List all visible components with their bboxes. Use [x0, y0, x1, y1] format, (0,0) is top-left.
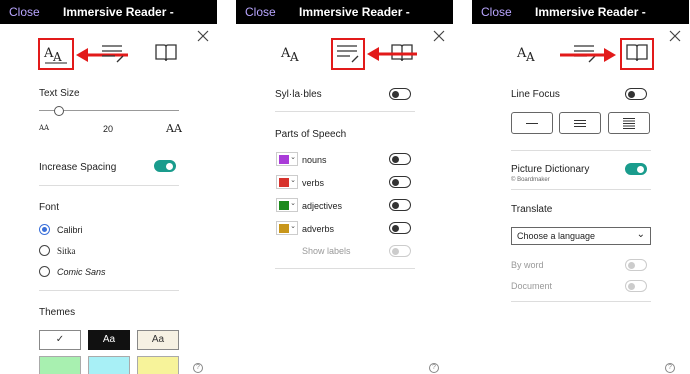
grammar-options-icon[interactable]	[100, 40, 126, 66]
language-select-value: Choose a language	[517, 231, 596, 241]
app-header: Close Immersive Reader -	[472, 0, 689, 24]
text-size-min-label: AA	[39, 124, 50, 132]
adjectives-color-picker[interactable]: ⌄	[276, 198, 298, 212]
translate-label: Translate	[511, 204, 553, 215]
divider	[511, 150, 651, 151]
text-size-max-label: AA	[166, 122, 182, 135]
line-focus-one-line-button[interactable]	[511, 112, 553, 134]
show-labels-label: Show labels	[302, 246, 351, 256]
line-focus-label: Line Focus	[511, 89, 560, 100]
font-option-calibri: Calibri	[57, 225, 83, 235]
syllables-label: Syl·la·bles	[275, 89, 322, 100]
app-header: Close Immersive Reader -	[0, 0, 217, 24]
close-link[interactable]: Close	[245, 5, 276, 19]
increase-spacing-toggle[interactable]	[154, 160, 176, 172]
adverbs-label: adverbs	[302, 224, 335, 234]
verbs-color-swatch	[279, 178, 289, 187]
font-radio-comic-sans[interactable]	[39, 266, 50, 277]
by-word-label: By word	[511, 260, 544, 270]
svg-text:A: A	[289, 50, 299, 64]
theme-black[interactable]: Aa	[88, 330, 130, 350]
adverbs-toggle[interactable]	[389, 222, 411, 234]
document-label: Document	[511, 281, 553, 291]
picture-dictionary-credit: © Boardmaker	[511, 177, 550, 183]
verbs-toggle[interactable]	[389, 176, 411, 188]
reading-preferences-panel: Close Immersive Reader - A A Line Focus …	[472, 0, 689, 374]
nouns-toggle[interactable]	[389, 153, 411, 165]
font-option-comic-sans: Comic Sans	[57, 267, 106, 277]
divider	[275, 111, 415, 112]
theme-white[interactable]: ✓	[39, 330, 81, 350]
nouns-color-picker[interactable]: ⌄	[276, 152, 298, 166]
text-preferences-panel: Close Immersive Reader - A A Text Size A…	[0, 0, 217, 374]
red-arrow	[367, 47, 417, 61]
nouns-color-swatch	[279, 155, 289, 164]
chevron-down-icon: ⌄	[290, 177, 296, 184]
line-focus-three-lines-button[interactable]	[559, 112, 601, 134]
theme-cream[interactable]: Aa	[137, 330, 179, 350]
close-icon[interactable]	[433, 30, 445, 42]
app-title: Immersive Reader -	[535, 5, 646, 19]
app-title: Immersive Reader -	[299, 5, 410, 19]
close-icon[interactable]	[669, 30, 681, 42]
chevron-down-icon: ⌄	[290, 154, 296, 161]
help-icon[interactable]: ?	[429, 363, 439, 373]
app-title: Immersive Reader -	[63, 5, 174, 19]
theme-yellow[interactable]	[137, 356, 179, 374]
font-label: Font	[39, 202, 60, 213]
font-option-sitka: Sitka	[57, 246, 76, 256]
font-radio-calibri[interactable]	[39, 224, 50, 235]
adverbs-color-swatch	[279, 224, 289, 233]
grammar-options-panel: Close Immersive Reader - A A Syl·la·bles…	[236, 0, 453, 374]
nouns-label: nouns	[302, 155, 327, 165]
text-preferences-icon[interactable]: A A	[280, 40, 306, 66]
text-preferences-icon[interactable]: A A	[43, 40, 69, 66]
verbs-color-picker[interactable]: ⌄	[276, 175, 298, 189]
divider	[39, 185, 179, 186]
parts-of-speech-label: Parts of Speech	[275, 129, 347, 140]
reading-preferences-icon[interactable]	[153, 40, 179, 66]
syllables-toggle[interactable]	[389, 88, 411, 100]
picture-dictionary-toggle[interactable]	[625, 163, 647, 175]
adjectives-toggle[interactable]	[389, 199, 411, 211]
chevron-down-icon: ⌄	[290, 200, 296, 207]
close-icon[interactable]	[197, 30, 209, 42]
divider	[511, 301, 651, 302]
divider	[275, 268, 415, 269]
verbs-label: verbs	[302, 178, 325, 188]
picture-dictionary-label: Picture Dictionary	[511, 164, 590, 175]
font-radio-sitka[interactable]	[39, 245, 50, 256]
text-size-value: 20	[103, 124, 114, 134]
divider	[39, 290, 179, 291]
by-word-toggle[interactable]	[625, 259, 647, 271]
help-icon[interactable]: ?	[193, 363, 203, 373]
text-preferences-icon[interactable]: A A	[516, 40, 542, 66]
text-size-label: Text Size	[39, 88, 80, 99]
help-icon[interactable]: ?	[665, 363, 675, 373]
grammar-options-icon[interactable]	[335, 40, 361, 66]
adjectives-label: adjectives	[302, 201, 343, 211]
chevron-down-icon: ⌄	[636, 229, 645, 240]
adjectives-color-swatch	[279, 201, 289, 210]
svg-text:A: A	[52, 50, 62, 64]
divider	[511, 189, 651, 190]
increase-spacing-label: Increase Spacing	[39, 162, 117, 173]
document-toggle[interactable]	[625, 280, 647, 292]
close-link[interactable]: Close	[9, 5, 40, 19]
themes-label: Themes	[39, 307, 76, 318]
show-labels-toggle[interactable]	[389, 245, 411, 257]
adverbs-color-picker[interactable]: ⌄	[276, 221, 298, 235]
line-focus-five-lines-button[interactable]	[608, 112, 650, 134]
svg-text:A: A	[525, 50, 535, 64]
text-size-slider-thumb[interactable]	[54, 106, 64, 116]
reading-preferences-icon[interactable]	[624, 40, 650, 66]
app-header: Close Immersive Reader -	[236, 0, 453, 24]
language-select[interactable]: Choose a language ⌄	[511, 227, 651, 245]
close-link[interactable]: Close	[481, 5, 512, 19]
red-arrow	[560, 48, 616, 62]
theme-green[interactable]	[39, 356, 81, 374]
theme-cyan[interactable]	[88, 356, 130, 374]
line-focus-toggle[interactable]	[625, 88, 647, 100]
chevron-down-icon: ⌄	[290, 223, 296, 230]
